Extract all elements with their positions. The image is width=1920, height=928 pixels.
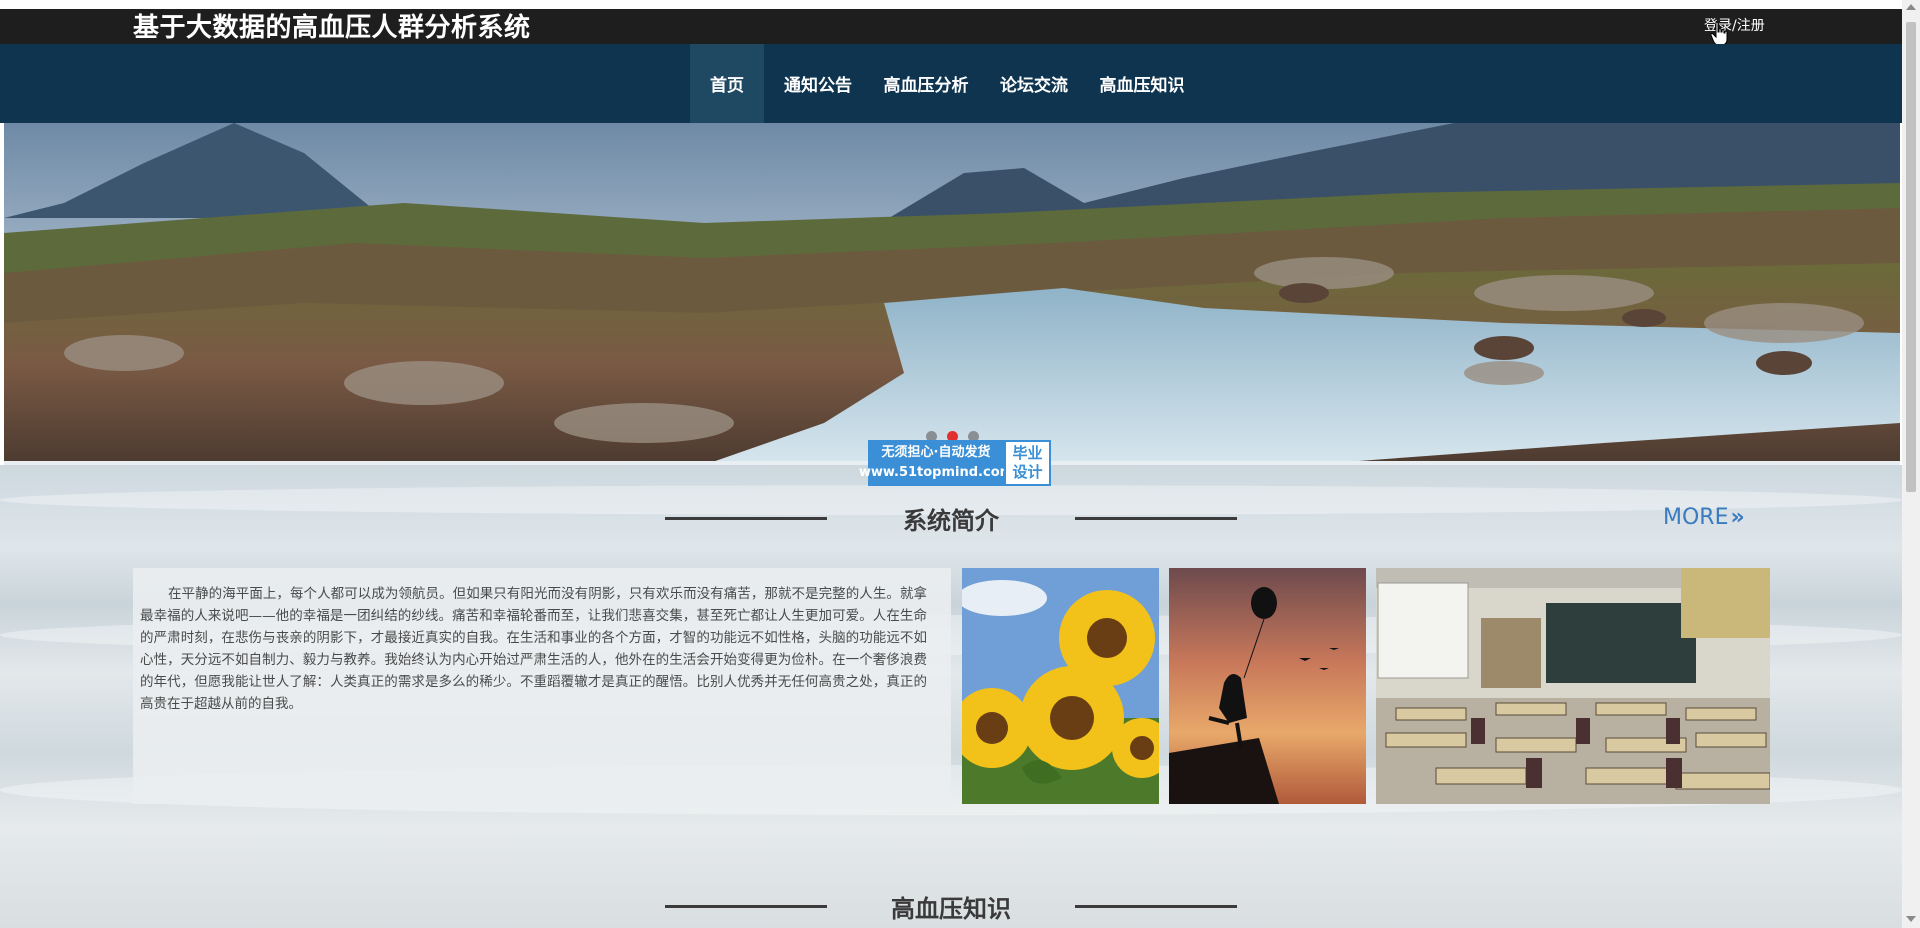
girl-balloon-image (1169, 568, 1366, 804)
watermark-badge: 毕业 设计 (1004, 440, 1051, 486)
page: 基于大数据的高血压人群分析系统 登录/注册 首页 通知公告 高血压分析 论坛交流… (0, 0, 1920, 928)
heading-line-left (665, 516, 827, 520)
nav-item-forum[interactable]: 论坛交流 (980, 44, 1088, 123)
heading-line-left (665, 904, 827, 908)
classroom-photo[interactable] (1376, 568, 1770, 804)
intro-paragraph: 在平静的海平面上，每个人都可以成为领航员。但如果只有阳光而没有阴影，只有欢乐而没… (140, 586, 927, 712)
site-title: 基于大数据的高血压人群分析系统 (133, 13, 531, 43)
classroom-image (1376, 568, 1770, 804)
more-link[interactable]: MORE » (1663, 503, 1745, 533)
knowledge-heading-text: 高血压知识 (891, 894, 1011, 923)
banner-landscape-image (4, 123, 1900, 465)
banner-carousel[interactable] (4, 123, 1900, 465)
sunflowers-photo[interactable] (962, 568, 1159, 804)
nav-item-home[interactable]: 首页 (690, 44, 764, 123)
girl-with-balloon-photo[interactable] (1169, 568, 1366, 804)
watermark-line1: 无须担心·自动发货 (881, 445, 991, 460)
heading-line-right (1075, 904, 1237, 908)
scroll-down-arrow-icon[interactable] (1906, 916, 1916, 922)
top-strip (0, 0, 1902, 9)
sunflowers-image (962, 568, 1159, 804)
knowledge-section-heading: 高血压知识 (665, 886, 1237, 926)
intro-text-box: 在平静的海平面上，每个人都可以成为领航员。但如果只有阳光而没有阴影，只有欢乐而没… (133, 568, 951, 804)
scroll-up-arrow-icon[interactable] (1906, 4, 1916, 10)
double-chevron-right-icon: » (1730, 505, 1745, 530)
title-bar: 基于大数据的高血压人群分析系统 登录/注册 (0, 9, 1902, 44)
watermark-line2: www.51topmind.com (858, 465, 1014, 480)
nav-items: 首页 通知公告 高血压分析 论坛交流 高血压知识 (690, 44, 1196, 123)
heading-line-right (1075, 516, 1237, 520)
watermark-badge-line2: 设计 (1012, 463, 1043, 481)
watermark-text: 无须担心·自动发货 www.51topmind.com (859, 440, 1013, 486)
more-label: MORE (1663, 505, 1729, 530)
watermark-badge-line1: 毕业 (1012, 444, 1043, 462)
intro-section-heading: 系统简介 (665, 498, 1237, 538)
nav-item-hypertension-knowledge[interactable]: 高血压知识 (1088, 44, 1196, 123)
watermark-stamp[interactable]: 无须担心·自动发货 www.51topmind.com 毕业 设计 (859, 440, 1051, 486)
intro-heading-text: 系统简介 (903, 506, 999, 535)
nav-item-notices[interactable]: 通知公告 (764, 44, 872, 123)
main-nav: 首页 通知公告 高血压分析 论坛交流 高血压知识 (0, 44, 1902, 123)
vertical-scrollbar[interactable] (1902, 0, 1920, 928)
nav-item-hypertension-analysis[interactable]: 高血压分析 (872, 44, 980, 123)
scrollbar-thumb[interactable] (1906, 22, 1916, 492)
